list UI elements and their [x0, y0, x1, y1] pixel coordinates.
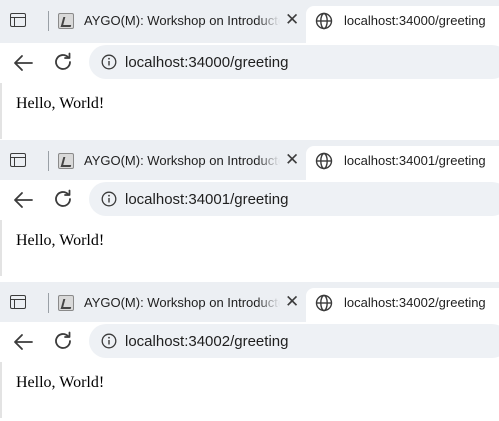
browser-toolbar: localhost:34001/greeting — [0, 180, 499, 220]
page-content: Hello, World! — [0, 362, 499, 418]
back-arrow-icon[interactable] — [12, 52, 34, 74]
address-bar[interactable]: localhost:34000/greeting — [89, 45, 499, 79]
tab-workshop[interactable]: AYGO(M): Workshop on Introductory ✕ — [52, 146, 306, 176]
site-favicon-icon — [58, 153, 74, 169]
browser-toolbar: localhost:34000/greeting — [0, 43, 499, 83]
info-icon[interactable] — [101, 333, 117, 349]
tab-overview-icon[interactable] — [10, 153, 26, 167]
page-content: Hello, World! — [0, 83, 499, 139]
close-icon[interactable]: ✕ — [285, 292, 299, 312]
url-text[interactable]: localhost:34002/greeting — [125, 333, 288, 350]
info-icon[interactable] — [101, 191, 117, 207]
tab-strip: AYGO(M): Workshop on Introductory ✕ loca… — [0, 282, 499, 322]
tab-divider — [48, 293, 49, 313]
tab-workshop[interactable]: AYGO(M): Workshop on Introductory ✕ — [52, 288, 306, 318]
close-icon[interactable]: ✕ — [285, 150, 299, 170]
tab-title: AYGO(M): Workshop on Introductory — [84, 295, 280, 310]
tab-title: AYGO(M): Workshop on Introductory — [84, 13, 280, 28]
greeting-text: Hello, World! — [16, 232, 105, 249]
browser-window-3: AYGO(M): Workshop on Introductory ✕ loca… — [0, 282, 499, 418]
url-text[interactable]: localhost:34000/greeting — [125, 54, 288, 71]
reload-icon[interactable] — [52, 188, 74, 210]
url-text[interactable]: localhost:34001/greeting — [125, 191, 288, 208]
globe-icon — [315, 294, 333, 312]
tab-strip: AYGO(M): Workshop on Introductory ✕ loca… — [0, 140, 499, 180]
tab-divider — [48, 151, 49, 171]
reload-icon[interactable] — [52, 51, 74, 73]
page-content: Hello, World! — [0, 220, 499, 276]
back-arrow-icon[interactable] — [12, 331, 34, 353]
tab-overview-icon[interactable] — [10, 13, 26, 27]
site-favicon-icon — [58, 13, 74, 29]
tab-workshop[interactable]: AYGO(M): Workshop on Introductory ✕ — [52, 6, 306, 36]
globe-icon — [315, 152, 333, 170]
browser-window-2: AYGO(M): Workshop on Introductory ✕ loca… — [0, 140, 499, 276]
tab-strip: AYGO(M): Workshop on Introductory ✕ loca… — [0, 0, 499, 43]
tab-localhost[interactable]: localhost:34002/greeting — [306, 288, 499, 322]
tab-title: localhost:34000/greeting — [344, 13, 486, 28]
globe-icon — [315, 12, 333, 30]
tab-title: localhost:34001/greeting — [344, 153, 486, 168]
address-bar[interactable]: localhost:34002/greeting — [89, 324, 499, 358]
address-bar[interactable]: localhost:34001/greeting — [89, 182, 499, 216]
browser-toolbar: localhost:34002/greeting — [0, 322, 499, 362]
tab-localhost[interactable]: localhost:34001/greeting — [306, 146, 499, 180]
browser-window-1: AYGO(M): Workshop on Introductory ✕ loca… — [0, 0, 499, 139]
back-arrow-icon[interactable] — [12, 189, 34, 211]
tab-divider — [48, 11, 49, 31]
greeting-text: Hello, World! — [16, 374, 105, 391]
tab-overview-icon[interactable] — [10, 295, 26, 309]
close-icon[interactable]: ✕ — [285, 10, 299, 30]
reload-icon[interactable] — [52, 330, 74, 352]
tab-title: AYGO(M): Workshop on Introductory — [84, 153, 280, 168]
site-favicon-icon — [58, 295, 74, 311]
info-icon[interactable] — [101, 54, 117, 70]
tab-title: localhost:34002/greeting — [344, 295, 486, 310]
tab-localhost[interactable]: localhost:34000/greeting — [306, 6, 499, 43]
greeting-text: Hello, World! — [16, 95, 105, 112]
